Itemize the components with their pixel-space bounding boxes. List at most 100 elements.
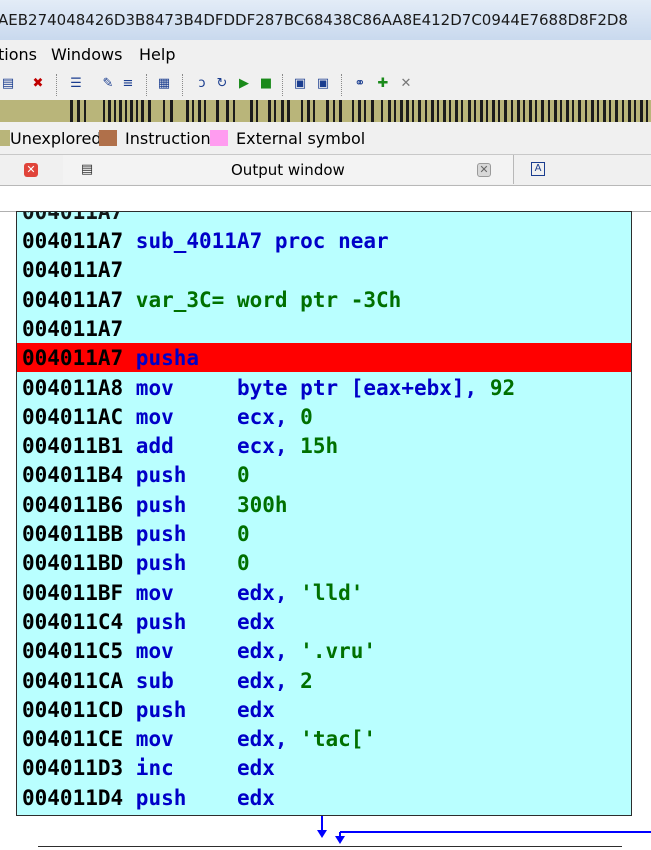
line-operands: edx, 'lld'	[224, 580, 364, 605]
stop-icon[interactable]: ■	[258, 76, 274, 92]
code-line[interactable]: 004011D3 inc edx	[22, 754, 275, 783]
tab-output-window[interactable]: ▤ Output window ✕	[63, 155, 514, 184]
line-operands: 0	[236, 463, 250, 488]
close-icon[interactable]: ✕	[24, 163, 38, 177]
graph-icon[interactable]: ↻	[214, 76, 230, 92]
code-line[interactable]: 004011BD push 0	[22, 549, 250, 578]
code-line[interactable]: 004011D4 push edx	[22, 784, 275, 813]
line-operands: edx, 2	[224, 668, 313, 693]
code-line[interactable]: 004011A7 sub_4011A7 proc near	[22, 227, 389, 256]
line-mnemonic: push	[123, 463, 225, 488]
line-mnemonic: mov	[123, 727, 225, 752]
line-mnemonic: push	[123, 522, 225, 546]
undo-icon[interactable]: ↄ	[194, 76, 210, 92]
legend-label-unexplored: Unexplored	[10, 129, 102, 148]
line-mnemonic: add	[123, 434, 225, 459]
binoculars-icon[interactable]: ⚭	[352, 76, 368, 92]
tab-structures[interactable]: A	[513, 155, 651, 184]
line-address: 004011A7	[22, 287, 124, 312]
line-operands: edx, '.vru'	[224, 639, 377, 664]
line-mnemonic: push	[123, 609, 225, 634]
code-line[interactable]: 004011A7 var_3C= word ptr -3Ch	[22, 286, 401, 315]
line-mnemonic: inc	[123, 756, 225, 781]
panel-icon[interactable]: ▣	[292, 76, 308, 92]
code-line[interactable]: 004011A8 mov byte ptr [eax+ebx], 92	[22, 374, 515, 403]
line-mnemonic: push	[123, 492, 225, 517]
line-address: 004011BD	[22, 551, 124, 576]
code-block-node[interactable]: 004011A7 004011A7 sub_4011A7 proc near 00…	[16, 211, 632, 816]
line-address: 004011CD	[22, 697, 124, 722]
line-address: 004011CA	[22, 668, 124, 693]
toolbar-separator	[146, 74, 148, 96]
line-mnemonic: mov	[123, 375, 225, 400]
line-mnemonic: mov	[123, 580, 225, 605]
legend-bar: Unexplored Instruction External symbol	[0, 122, 651, 155]
code-line[interactable]: 004011B1 add ecx, 15h	[22, 432, 338, 461]
code-line[interactable]: 004011CE mov edx, 'tac['	[22, 725, 376, 754]
toolbar-separator	[341, 74, 343, 96]
code-icon[interactable]: ▦	[156, 76, 172, 92]
navigation-band[interactable]	[0, 100, 651, 122]
run-icon[interactable]: ▶	[236, 76, 252, 92]
code-line[interactable]: 004011C5 mov edx, '.vru'	[22, 637, 376, 666]
partial-line: 004011A7	[22, 211, 124, 224]
line-operands: edx, 'tac['	[224, 727, 377, 752]
toolbar-separator	[282, 74, 284, 96]
code-line[interactable]: 004011A7	[22, 256, 123, 285]
line-operands: byte ptr [eax+ebx], 92	[224, 375, 516, 400]
code-line[interactable]: 004011AC mov ecx, 0	[22, 403, 313, 432]
line-operands: edx	[224, 785, 275, 810]
line-operands: ecx, 15h	[224, 434, 339, 459]
line-address: 004011A7	[22, 258, 124, 283]
menu-options[interactable]: tions	[0, 45, 37, 64]
line-address: 004011B1	[22, 434, 124, 459]
line-address: 004011B4	[22, 463, 124, 488]
line-address: 004011CE	[22, 727, 124, 752]
legend-swatch-unexplored	[0, 130, 10, 146]
code-line[interactable]: 004011CA sub edx, 2	[22, 667, 313, 696]
struct-icon[interactable]: ≡	[120, 76, 136, 92]
line-operands: 300h	[236, 492, 288, 517]
tab-bar: ✕ ▤ Output window ✕ A	[0, 155, 651, 186]
line-operands: 0	[236, 522, 250, 546]
line-mnemonic: pusha	[123, 346, 200, 371]
line-address: 004011BF	[22, 580, 124, 605]
legend-label-instruction: Instruction	[125, 129, 211, 148]
structures-icon: A	[531, 162, 545, 176]
line-operands: edx	[224, 609, 275, 634]
tab-output-window-label: Output window	[231, 161, 345, 179]
stack-icon[interactable]: ▤	[0, 76, 16, 92]
menu-help[interactable]: Help	[139, 45, 175, 64]
line-mnemonic: sub	[123, 668, 225, 693]
line-operands: edx	[224, 756, 275, 781]
toolbar-separator	[182, 74, 184, 96]
panel-alt-icon[interactable]: ▣	[315, 76, 331, 92]
close-icon[interactable]: ✕	[477, 163, 491, 177]
line-mnemonic: push	[123, 551, 225, 576]
line-mnemonic: sub_4011A7 proc near	[123, 229, 389, 253]
delete-icon[interactable]: ✖	[30, 76, 46, 92]
code-line[interactable]: 004011BB push 0	[22, 520, 250, 549]
line-address: 004011A7	[22, 346, 124, 371]
code-line[interactable]: 004011BF mov edx, 'lld'	[22, 579, 363, 608]
tab-graph-view[interactable]: ✕	[0, 155, 64, 184]
add-icon[interactable]: ✚	[375, 76, 391, 92]
code-line[interactable]: 004011B4 push 0	[22, 461, 250, 490]
remove-icon[interactable]: ✕	[398, 76, 414, 92]
code-line[interactable]: 004011A7 pusha	[22, 344, 199, 373]
window-title: AEB274048426D3B8473B4DFDDF287BC68438C86A…	[0, 11, 628, 29]
code-line[interactable]: 004011B6 push 300h	[22, 491, 288, 520]
legend-label-external-symbol: External symbol	[236, 129, 366, 148]
edit-icon[interactable]: ✎	[100, 76, 116, 92]
line-address: 004011D3	[22, 756, 124, 781]
code-line[interactable]: 004011CD push edx	[22, 696, 275, 725]
code-line[interactable]: 004011A7	[22, 315, 123, 344]
output-window-icon: ▤	[80, 162, 94, 177]
line-address: 004011A7	[22, 316, 124, 341]
line-address: 004011D4	[22, 785, 124, 810]
menu-windows[interactable]: Windows	[51, 45, 122, 64]
legend-swatch-external-symbol	[210, 130, 228, 146]
line-address: 004011C4	[22, 609, 124, 634]
list-icon[interactable]: ☰	[68, 76, 84, 92]
code-line[interactable]: 004011C4 push edx	[22, 608, 275, 637]
